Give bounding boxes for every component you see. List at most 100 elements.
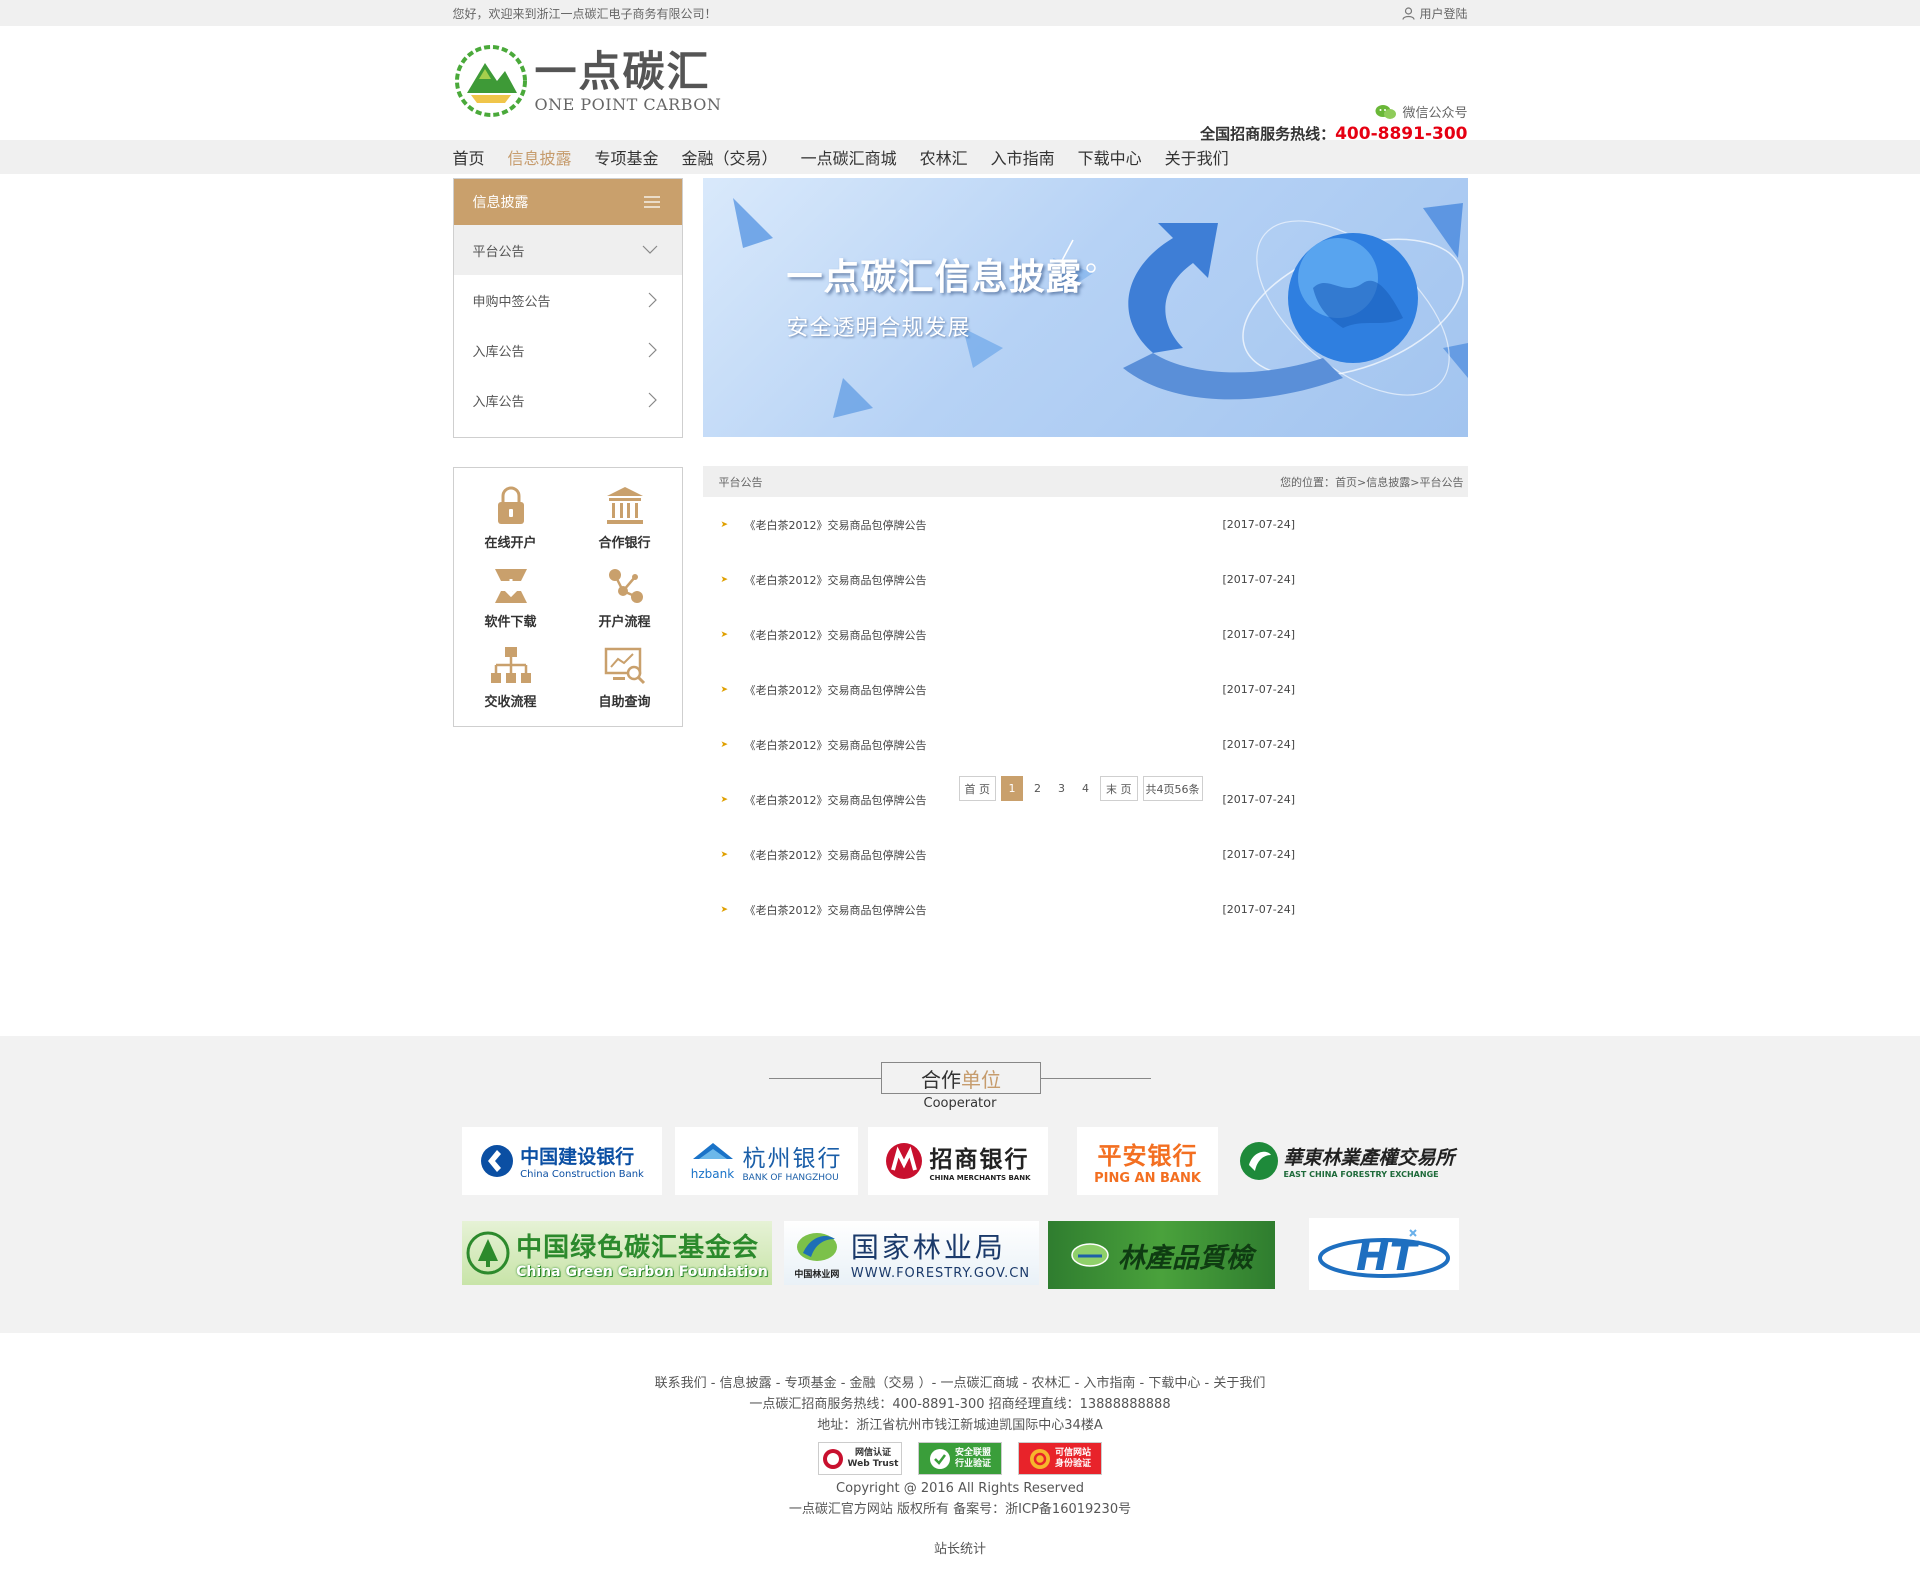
notice-title[interactable]: 《老白茶2012》交易商品包停牌公告 [745, 737, 1223, 753]
bullet-arrow-icon: ➤ [720, 684, 729, 695]
notice-date: [2017-07-24] [1222, 738, 1296, 751]
nav-item-carbon-mall[interactable]: 一点碳汇商城 [801, 145, 897, 169]
sidebar-item-storage-notice-2[interactable]: 入库公告 [454, 375, 682, 425]
quick-link-label: 软件下载 [484, 615, 537, 631]
cmb-logo-icon [886, 1143, 923, 1179]
wechat-link[interactable]: 微信公众号 [1200, 102, 1468, 121]
notice-date: [2017-07-24] [1222, 573, 1296, 586]
table-row[interactable]: ➤ 《老白茶2012》交易商品包停牌公告 [2017-07-24] [703, 607, 1468, 662]
nav-item-finance-trade[interactable]: 金融（交易） [682, 145, 778, 169]
chevron-right-icon [648, 342, 657, 358]
lock-icon [497, 486, 524, 525]
quick-partner-bank[interactable]: 合作银行 [568, 478, 682, 557]
quick-self-query[interactable]: 自助查询 [568, 637, 682, 716]
copyright: Copyright @ 2016 All Rights Reserved [836, 1481, 1084, 1496]
hzbank-brand: hzbank [690, 1167, 735, 1181]
badge-line-1: 网信认证 [854, 1447, 891, 1458]
forestry-logo-icon [796, 1232, 837, 1261]
table-row[interactable]: ➤ 《老白茶2012》交易商品包停牌公告 [2017-07-24] [703, 552, 1468, 607]
nav-item-about-us[interactable]: 关于我们 [1165, 145, 1229, 169]
nav-item-home[interactable]: 首页 [453, 145, 485, 169]
sidebar-item-storage-notice[interactable]: 入库公告 [454, 325, 682, 375]
monitor-search-icon [604, 647, 645, 684]
breadcrumb: 您的位置：首页>信息披露>平台公告 [1280, 474, 1463, 490]
site-logo[interactable]: 一点碳汇 ONE POINT CARBON [453, 43, 722, 119]
pingan-name: 平安银行 [1097, 1142, 1198, 1170]
notice-title[interactable]: 《老白茶2012》交易商品包停牌公告 [745, 572, 1223, 588]
partner-pingan[interactable]: 平安银行 PING AN BANK [1077, 1127, 1218, 1195]
forestry-url: WWW.FORESTRY.GOV.CN [850, 1265, 1031, 1281]
partner-forestry[interactable]: 中国林业网 国家林业局 WWW.FORESTRY.GOV.CN [784, 1221, 1039, 1285]
cgcf-logo-icon [466, 1231, 510, 1275]
table-row[interactable]: ➤ 《老白茶2012》交易商品包停牌公告 [2017-07-24] [703, 717, 1468, 772]
nav-item-info-disclosure[interactable]: 信息披露 [508, 145, 572, 169]
divider-left [769, 1078, 881, 1079]
trusted-site-badge[interactable]: 可信网站 身份验证 [1018, 1442, 1102, 1475]
badge-line-1: 可信网站 [1054, 1447, 1091, 1458]
pager-page-1[interactable]: 1 [1001, 776, 1023, 801]
notice-title[interactable]: 《老白茶2012》交易商品包停牌公告 [745, 682, 1223, 698]
user-login-link[interactable]: 用户登陆 [1402, 5, 1468, 22]
pager-first[interactable]: 首 页 [958, 776, 996, 801]
chevron-down-icon [642, 245, 657, 254]
quick-settlement-process[interactable]: 交收流程 [454, 637, 568, 716]
main-nav: 首页 信息披露 专项基金 金融（交易） 一点碳汇商城 农林汇 入市指南 下载中心 关于我们 [0, 140, 1920, 174]
notice-title[interactable]: 《老白茶2012》交易商品包停牌公告 [745, 847, 1223, 863]
partner-ht[interactable]: HT [1309, 1218, 1459, 1290]
partner-ecfe[interactable]: 華東林業產權交易所 EAST CHINA FORESTRY EXCHANGE [1232, 1127, 1462, 1195]
partner-cmb[interactable]: 招商银行 CHINA MERCHANTS BANK [868, 1127, 1048, 1195]
footer-links[interactable]: 联系我们 - 信息披露 - 专项基金 - 金融（交易 ）- 一点碳汇商城 - 农… [0, 1373, 1920, 1394]
notice-date: [2017-07-24] [1222, 903, 1296, 916]
quick-links-panel: 在线开户 合作银行 软件下载 开户流程 交收流程 自助查询 [452, 467, 683, 727]
menu-icon [643, 196, 660, 208]
sidebar-item-platform-notice[interactable]: 平台公告 [453, 225, 682, 275]
table-row[interactable]: ➤ 《老白茶2012》交易商品包停牌公告 [2017-07-24] [703, 827, 1468, 882]
quick-online-account[interactable]: 在线开户 [454, 478, 568, 557]
quick-link-label: 自助查询 [598, 694, 651, 710]
nav-item-agro-forestry[interactable]: 农林汇 [920, 145, 968, 169]
badge-line-2: 身份验证 [1054, 1458, 1091, 1469]
nav-item-special-fund[interactable]: 专项基金 [595, 145, 659, 169]
footer-address: 地址：浙江省杭州市钱江新城迪凯国际中心34楼A [817, 1418, 1103, 1433]
sidebar-header[interactable]: 信息披露 [453, 179, 682, 225]
table-row[interactable]: ➤ 《老白茶2012》交易商品包停牌公告 [2017-07-24] [703, 497, 1468, 552]
breadcrumb-path[interactable]: 首页>信息披露>平台公告 [1335, 476, 1463, 489]
nav-item-market-guide[interactable]: 入市指南 [991, 145, 1055, 169]
bullet-arrow-icon: ➤ [720, 794, 729, 805]
mountain-leaf-logo-icon [454, 45, 527, 117]
login-label: 用户登陆 [1419, 6, 1468, 21]
forestry-small-name: 中国林业网 [794, 1269, 840, 1280]
partner-linchan[interactable]: 林產品質檢 [1048, 1221, 1275, 1289]
ht-logo-icon: HT [1318, 1229, 1450, 1280]
globe-arrow-graphic [732, 198, 1468, 418]
partner-cgcf[interactable]: 中国绿色碳汇基金会 China Green Carbon Foundation [462, 1221, 772, 1285]
sidebar-item-subscription-notice[interactable]: 申购中签公告 [454, 275, 682, 325]
nav-item-download-center[interactable]: 下载中心 [1078, 145, 1142, 169]
quick-account-process[interactable]: 开户流程 [568, 557, 682, 636]
quick-software-download[interactable]: 软件下载 [454, 557, 568, 636]
notice-title[interactable]: 《老白茶2012》交易商品包停牌公告 [745, 517, 1223, 533]
pager-last[interactable]: 末 页 [1100, 776, 1138, 801]
cgcf-name: 中国绿色碳汇基金会 [516, 1232, 760, 1263]
linchan-logo-icon [1071, 1243, 1109, 1267]
table-row[interactable]: ➤ 《老白茶2012》交易商品包停牌公告 [2017-07-24] [703, 662, 1468, 717]
security-alliance-badge[interactable]: 安全联盟 行业验证 [918, 1442, 1002, 1475]
download-icon [494, 569, 527, 604]
pager-page-4[interactable]: 4 [1076, 776, 1095, 801]
pager-page-3[interactable]: 3 [1052, 776, 1071, 801]
notice-title[interactable]: 《老白茶2012》交易商品包停牌公告 [745, 902, 1223, 918]
site-statistics-link[interactable]: 站长统计 [0, 1539, 1920, 1560]
web-trust-badge[interactable]: 网信认证 Web Trust [818, 1442, 902, 1475]
notice-date: [2017-07-24] [1222, 518, 1296, 531]
partner-ccb[interactable]: 中国建设银行 China Construction Bank [462, 1127, 662, 1195]
partners-title-b: 单位 [961, 1067, 1001, 1092]
partners-section: 合作 单位 Cooperator 中国建设银行 China Construction… [0, 1036, 1920, 1333]
table-row[interactable]: ➤ 《老白茶2012》交易商品包停牌公告 [2017-07-24] [703, 882, 1468, 937]
logo-chinese-name: 一点碳汇 [534, 46, 711, 96]
partner-hzbank[interactable]: hzbank 杭州银行 BANK OF HANGZHOU [675, 1127, 858, 1195]
pager-page-2[interactable]: 2 [1028, 776, 1047, 801]
notice-title[interactable]: 《老白茶2012》交易商品包停牌公告 [745, 627, 1223, 643]
icp-record: 一点碳汇官方网站 版权所有 备案号：浙ICP备16019230号 [788, 1502, 1132, 1517]
partners-title-a: 合作 [921, 1067, 961, 1092]
badge-line-2: 行业验证 [954, 1458, 991, 1469]
